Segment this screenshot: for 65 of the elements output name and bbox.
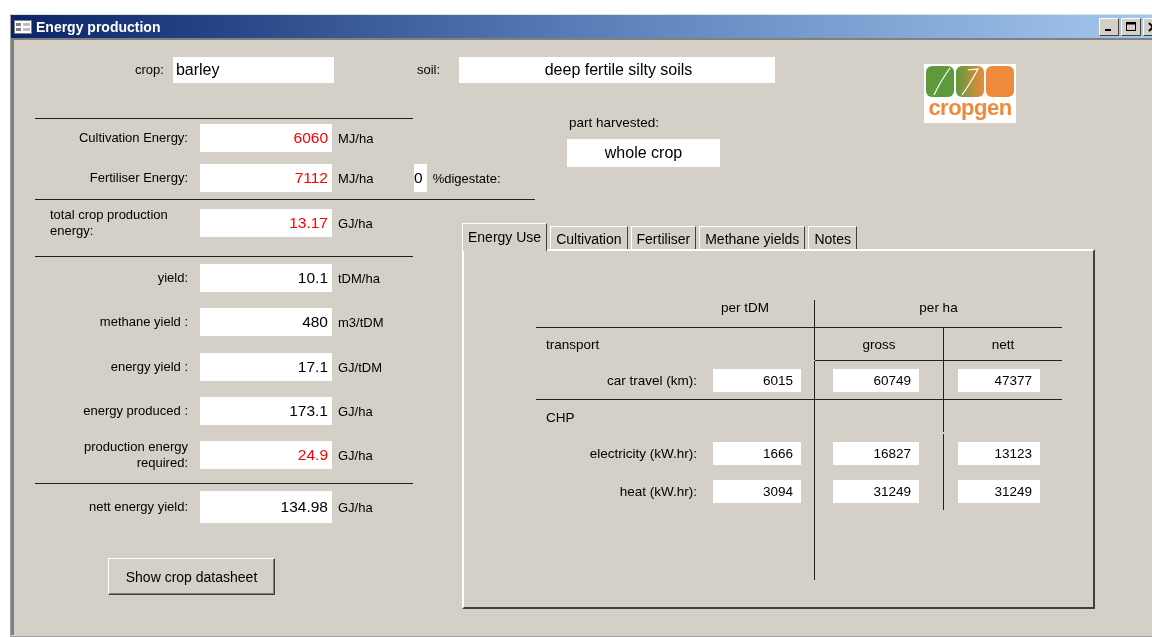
field-label: yield: xyxy=(156,270,188,286)
field-label: Cultivation Energy: xyxy=(77,130,188,146)
unit-label: GJ/ha xyxy=(338,403,374,419)
column-header: nett xyxy=(991,336,1015,352)
field-label: crop: xyxy=(135,61,164,79)
field-label: energy produced : xyxy=(82,403,188,419)
maximize-button[interactable] xyxy=(1121,17,1141,36)
number-field[interactable]: 134.98 xyxy=(200,491,332,523)
field-label: total crop production energy: xyxy=(50,207,169,239)
number-field[interactable]: 16827 xyxy=(833,441,919,465)
number-field[interactable]: 31249 xyxy=(958,479,1040,503)
number-field[interactable]: 173.1 xyxy=(200,397,332,425)
number-field[interactable]: 10.1 xyxy=(200,264,332,292)
column-header: gross xyxy=(862,336,896,352)
number-field[interactable]: 31249 xyxy=(833,479,919,503)
field-label: methane yield : xyxy=(98,314,188,330)
number-field[interactable]: 13.17 xyxy=(200,209,332,237)
text-field[interactable]: deep fertile silty soils xyxy=(459,57,776,83)
unit-label: GJ/ha xyxy=(338,499,374,515)
number-field[interactable]: 17.1 xyxy=(200,353,332,381)
logo-text: cropgen xyxy=(928,97,1012,119)
window-title: Energy production xyxy=(36,18,162,35)
field-label: nett energy yield: xyxy=(88,499,188,515)
number-field[interactable]: 47377 xyxy=(958,368,1040,392)
field-label: Fertiliser Energy: xyxy=(88,170,188,186)
show-datasheet-button[interactable]: Show crop datasheet xyxy=(108,558,275,595)
number-field[interactable]: 0 xyxy=(414,164,427,192)
field-label: part harvested: xyxy=(569,115,660,130)
tab[interactable]: Fertiliser xyxy=(630,226,697,249)
number-field[interactable]: 1666 xyxy=(713,441,801,465)
section-label: transport xyxy=(546,336,600,352)
unit-label: GJ/ha xyxy=(338,447,374,463)
unit-label: MJ/ha xyxy=(338,130,375,146)
field-label: production energy required: xyxy=(82,439,188,471)
tab[interactable]: Methane yields xyxy=(699,226,806,249)
unit-label: MJ/ha xyxy=(338,170,375,186)
column-header: per tDM xyxy=(721,300,769,315)
field-label: soil: xyxy=(416,61,441,79)
row-label: heat (kW.hr): xyxy=(618,483,697,499)
number-field[interactable]: 24.9 xyxy=(200,441,332,469)
text-field[interactable]: whole crop xyxy=(567,139,720,167)
row-label: car travel (km): xyxy=(606,372,697,388)
maximize-icon[interactable] xyxy=(1125,20,1137,33)
text-field[interactable]: barley xyxy=(172,57,334,83)
unit-label: m3/tDM xyxy=(338,314,385,330)
number-field[interactable]: 3094 xyxy=(713,479,801,503)
number-field[interactable]: 13123 xyxy=(958,441,1040,465)
unit-label: GJ/ha xyxy=(338,215,374,231)
number-field[interactable]: 7112 xyxy=(200,164,332,192)
number-field[interactable]: 480 xyxy=(200,308,332,336)
column-header: per ha xyxy=(919,300,958,315)
unit-label: GJ/tDM xyxy=(338,359,384,375)
field-label: %digestate: xyxy=(432,170,501,186)
number-field[interactable]: 6060 xyxy=(200,124,332,152)
number-field[interactable]: 6015 xyxy=(713,368,801,392)
minimize-button[interactable] xyxy=(1099,17,1119,36)
field-label: energy yield : xyxy=(109,359,188,375)
tab[interactable]: Cultivation xyxy=(550,226,628,249)
number-field[interactable]: 60749 xyxy=(833,368,919,392)
tab[interactable]: Energy Use xyxy=(462,223,548,251)
section-label: CHP xyxy=(546,409,575,425)
row-label: electricity (kW.hr): xyxy=(588,445,697,461)
tab[interactable]: Notes xyxy=(808,226,857,249)
unit-label: tDM/ha xyxy=(338,270,381,286)
form-icon xyxy=(14,19,32,34)
